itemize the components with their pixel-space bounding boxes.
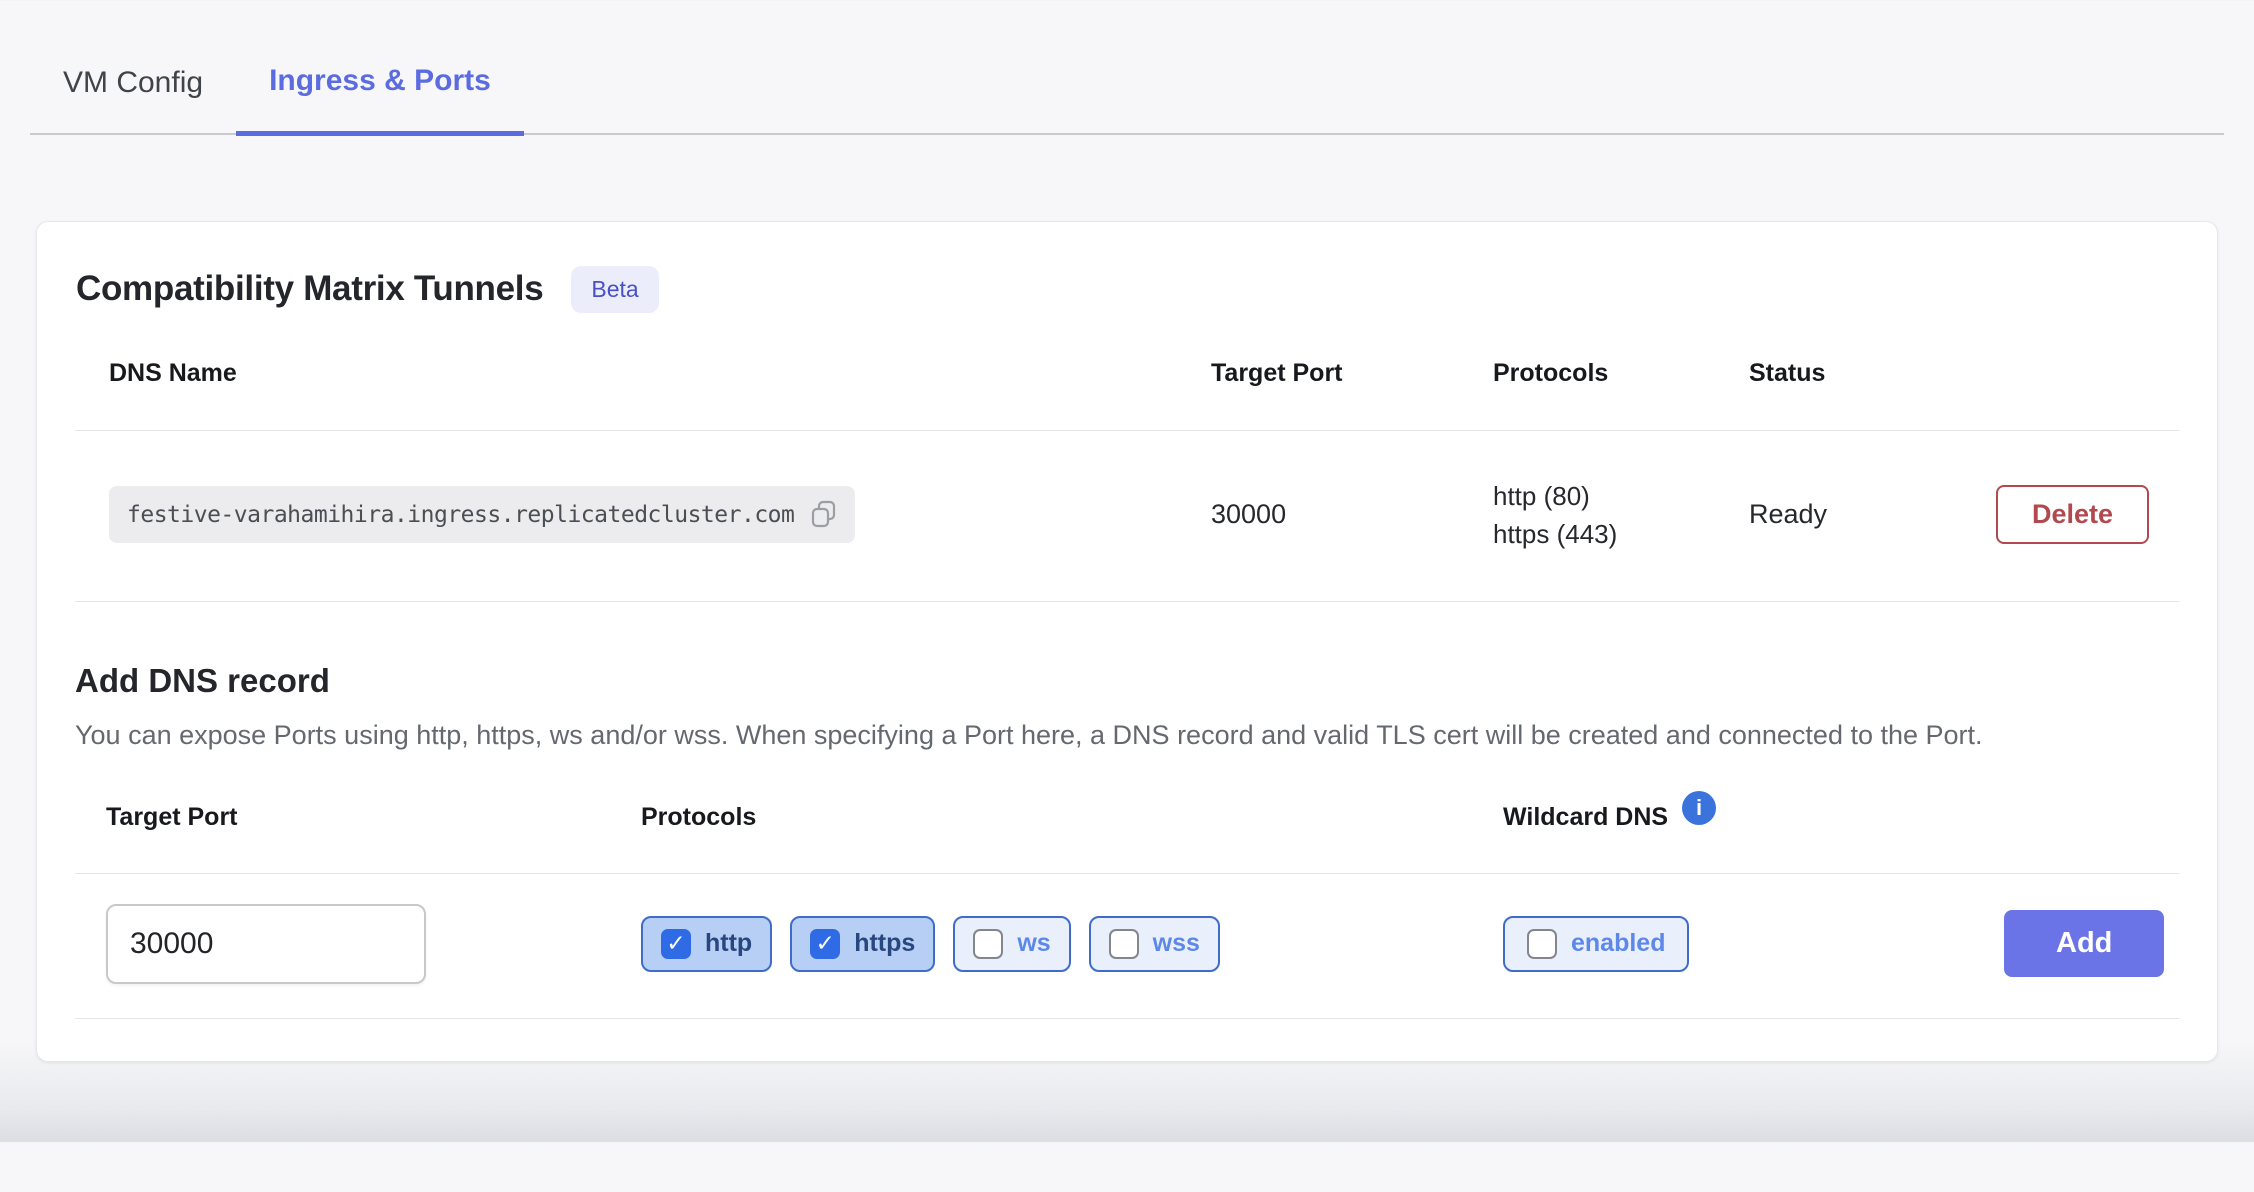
protocol-label: http (705, 929, 752, 958)
tunnels-table-header: DNS Name Target Port Protocols Status (75, 359, 2179, 431)
col-header-status: Status (1749, 359, 1996, 388)
col-header-target-port: Target Port (1211, 359, 1493, 388)
beta-badge: Beta (571, 266, 658, 313)
checkbox-icon: ✓ (661, 929, 691, 959)
info-icon[interactable]: i (1682, 791, 1716, 825)
dns-name-pill: festive-varahamihira.ingress.replicatedc… (109, 486, 855, 543)
table-row: festive-varahamihira.ingress.replicatedc… (75, 431, 2179, 602)
protocol-checkbox-ws[interactable]: ✓ ws (953, 916, 1070, 972)
add-dns-record-title: Add DNS record (75, 662, 2179, 700)
add-form-header: Target Port Protocols Wildcard DNS i (75, 801, 2179, 874)
col-header-dns-name: DNS Name (75, 359, 1211, 388)
checkbox-icon: ✓ (810, 929, 840, 959)
tab-bar: VM Config Ingress & Ports (30, 50, 2224, 135)
add-form-row: ✓ http ✓ https ✓ ws ✓ wss ✓ enabled Add (75, 874, 2179, 1019)
protocol-checkbox-http[interactable]: ✓ http (641, 916, 772, 972)
protocol-checkbox-group: ✓ http ✓ https ✓ ws ✓ wss (641, 916, 1503, 972)
form-header-target-port: Target Port (75, 803, 641, 832)
form-header-wildcard-dns: Wildcard DNS (1503, 803, 1668, 832)
checkbox-icon: ✓ (973, 929, 1003, 959)
checkbox-icon: ✓ (1109, 929, 1139, 959)
row-protocol-https: https (443) (1493, 515, 1749, 553)
add-button[interactable]: Add (2004, 910, 2164, 977)
delete-button[interactable]: Delete (1996, 485, 2149, 544)
wildcard-label: enabled (1571, 929, 1665, 958)
protocol-label: https (854, 929, 915, 958)
protocol-checkbox-https[interactable]: ✓ https (790, 916, 935, 972)
form-header-protocols: Protocols (641, 803, 1503, 832)
wildcard-enabled-checkbox[interactable]: ✓ enabled (1503, 916, 1689, 972)
tab-vm-config[interactable]: VM Config (30, 52, 236, 133)
protocol-label: ws (1017, 929, 1050, 958)
card-title: Compatibility Matrix Tunnels (76, 269, 543, 309)
copy-icon[interactable] (810, 499, 837, 530)
protocol-label: wss (1153, 929, 1200, 958)
row-target-port: 30000 (1211, 499, 1493, 530)
dns-name-value: festive-varahamihira.ingress.replicatedc… (127, 502, 794, 528)
tunnels-card: Compatibility Matrix Tunnels Beta DNS Na… (36, 221, 2218, 1062)
row-protocol-http: http (80) (1493, 477, 1749, 515)
card-title-row: Compatibility Matrix Tunnels Beta (76, 266, 2179, 313)
protocol-checkbox-wss[interactable]: ✓ wss (1089, 916, 1220, 972)
row-status: Ready (1749, 499, 1996, 530)
add-dns-record-description: You can expose Ports using http, https, … (75, 716, 2170, 755)
col-header-protocols: Protocols (1493, 359, 1749, 388)
tab-ingress-ports[interactable]: Ingress & Ports (236, 50, 524, 136)
target-port-input[interactable] (106, 904, 426, 984)
checkbox-icon: ✓ (1527, 929, 1557, 959)
row-protocols: http (80) https (443) (1493, 477, 1749, 553)
